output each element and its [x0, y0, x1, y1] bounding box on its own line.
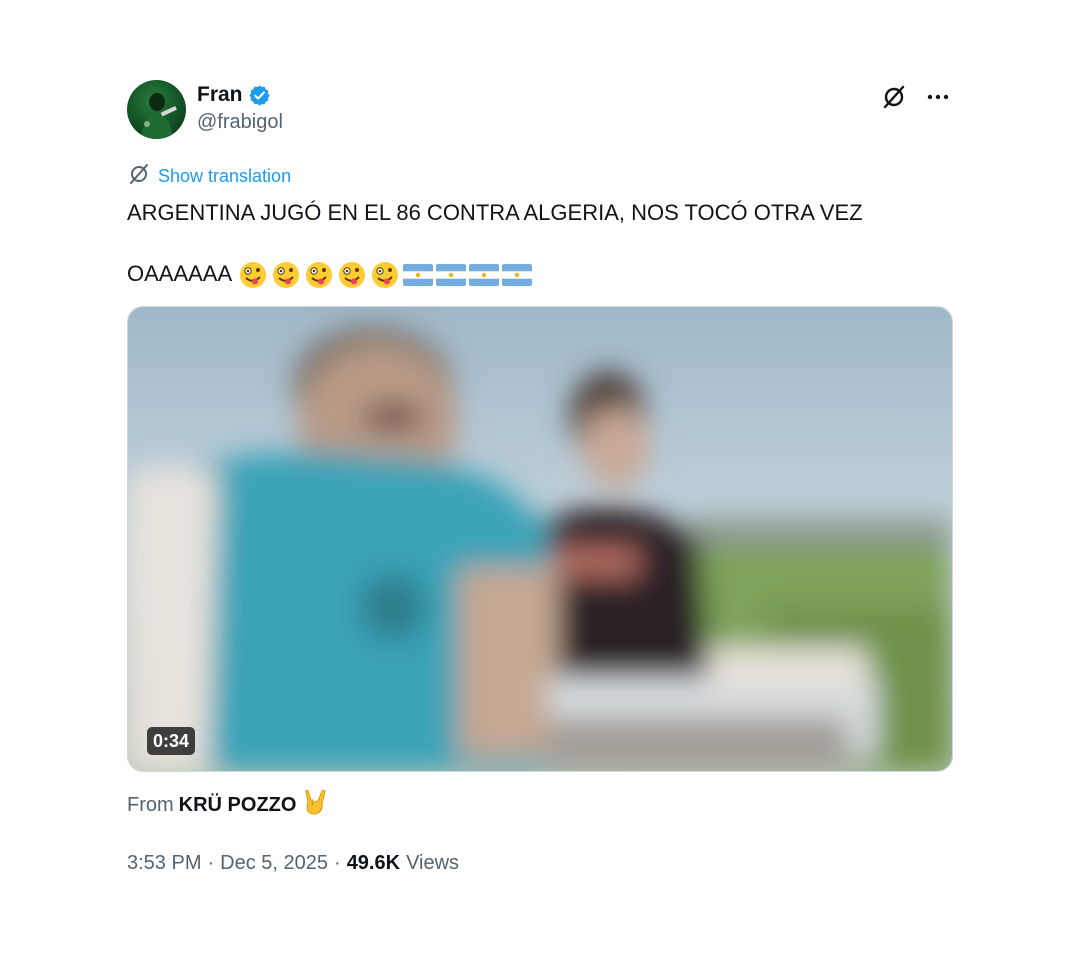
sign-of-the-horns-icon [301, 788, 329, 822]
meta-separator: · [334, 852, 341, 874]
tweet-time[interactable]: 3:53 PM [127, 852, 201, 875]
argentina-flag-icon [469, 264, 500, 286]
header-actions [879, 82, 953, 112]
tweet-date[interactable]: Dec 5, 2025 [220, 852, 328, 875]
show-translation-label[interactable]: Show translation [158, 166, 291, 187]
tweet-text-line-1: ARGENTINA JUGÓ EN EL 86 CONTRA ALGERIA, … [127, 200, 863, 225]
tweet-header: Fran @frabigol [127, 78, 953, 140]
verified-badge-icon [248, 84, 271, 107]
zany-face-icon [304, 260, 334, 290]
zany-face-icon [370, 260, 400, 290]
zany-face-icon [238, 260, 268, 290]
avatar[interactable] [127, 80, 186, 139]
video-duration-badge: 0:34 [147, 727, 196, 755]
argentina-flag-icon [502, 264, 533, 286]
tweet-meta: 3:53 PM · Dec 5, 2025 · 49.6K Views [127, 852, 953, 875]
show-translation-link[interactable]: Show translation [127, 162, 953, 191]
author-handle[interactable]: @frabigol [197, 111, 283, 134]
tweet-card: Fran @frabigol Show translation ARGENTIN… [127, 78, 953, 875]
views-count: 49.6K [346, 852, 401, 874]
views-label: Views [406, 852, 460, 874]
zany-face-icon [337, 260, 367, 290]
source-prefix: From [127, 793, 174, 816]
zany-face-icon [271, 260, 301, 290]
source-account-link[interactable]: KRÜ POZZO [179, 794, 297, 817]
tweet-text-line-2: OAAAAAA [127, 260, 953, 288]
video-player[interactable]: 0:34 [127, 306, 953, 772]
argentina-flag-icon [436, 264, 467, 286]
translate-icon [127, 162, 151, 191]
author-name[interactable]: Fran [197, 83, 243, 107]
tweet-text-exclamation: OAAAAAA [127, 260, 233, 286]
more-icon[interactable] [923, 82, 953, 112]
tweet-text: ARGENTINA JUGÓ EN EL 86 CONTRA ALGERIA, … [127, 200, 953, 288]
author-block: Fran @frabigol [197, 82, 283, 134]
argentina-flag-icon [403, 264, 434, 286]
grok-icon[interactable] [879, 82, 909, 112]
video-source: From KRÜ POZZO [127, 788, 953, 822]
emoji-row [238, 260, 533, 290]
meta-separator: · [207, 852, 215, 874]
